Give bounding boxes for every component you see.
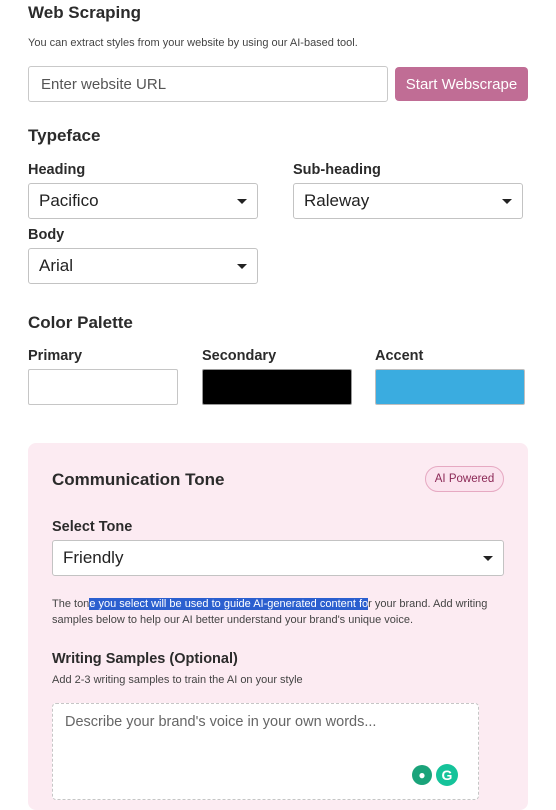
body-font-label: Body (28, 227, 65, 243)
subheading-font-label: Sub-heading (293, 162, 381, 178)
color-palette-title: Color Palette (28, 313, 133, 332)
heading-font-label: Heading (28, 162, 86, 178)
accent-color-label: Accent (375, 348, 424, 364)
website-url-placeholder: Enter website URL (41, 75, 167, 93)
start-webscrape-button[interactable]: Start Webscrape (395, 67, 528, 101)
heading-font-select[interactable]: Pacifico (28, 183, 258, 219)
website-url-input[interactable]: Enter website URL (28, 66, 388, 102)
subheading-font-select[interactable]: Raleway (293, 183, 523, 219)
writing-samples-textarea[interactable]: Describe your brand's voice in your own … (52, 703, 479, 800)
writing-samples-hint: Add 2-3 writing samples to train the AI … (52, 674, 303, 686)
chevron-down-icon (237, 198, 247, 204)
tone-select[interactable]: Friendly (52, 540, 504, 576)
select-tone-label: Select Tone (52, 519, 133, 535)
body-font-select[interactable]: Arial (28, 248, 258, 284)
secondary-color-swatch[interactable] (202, 369, 352, 405)
ai-powered-badge: AI Powered (425, 466, 504, 492)
tone-help-text-selection: e you select will be used to guide AI-ge… (89, 598, 369, 610)
subheading-font-value: Raleway (304, 191, 370, 210)
tone-help-text-pre: The ton (52, 598, 90, 610)
chevron-down-icon (237, 263, 247, 269)
writing-samples-placeholder: Describe your brand's voice in your own … (65, 714, 377, 730)
primary-color-label: Primary (28, 348, 83, 364)
lightbulb-icon[interactable]: ● (412, 765, 432, 785)
web-scraping-description: You can extract styles from your website… (28, 37, 358, 49)
grammarly-g-icon[interactable]: G (436, 764, 458, 786)
typeface-title: Typeface (28, 126, 101, 145)
communication-tone-title: Communication Tone (52, 470, 225, 489)
tone-help-text: The tone you select will be used to guid… (52, 596, 504, 628)
chevron-down-icon (483, 555, 493, 561)
web-scraping-title: Web Scraping (28, 3, 142, 22)
tone-value: Friendly (63, 548, 124, 567)
secondary-color-label: Secondary (202, 348, 277, 364)
accent-color-swatch[interactable] (375, 369, 525, 405)
heading-font-value: Pacifico (39, 191, 99, 210)
chevron-down-icon (502, 198, 512, 204)
writing-samples-title: Writing Samples (Optional) (52, 651, 238, 667)
body-font-value: Arial (39, 256, 74, 275)
primary-color-swatch[interactable] (28, 369, 178, 405)
